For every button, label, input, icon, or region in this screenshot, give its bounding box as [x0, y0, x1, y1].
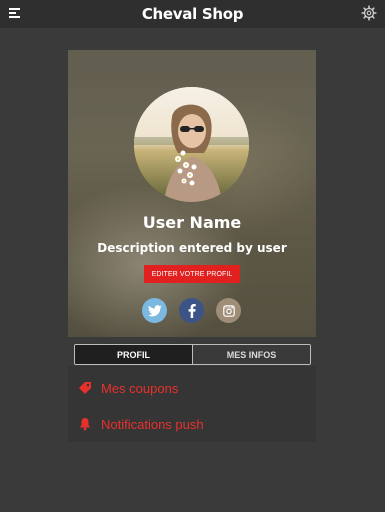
profile-card: User Name Description entered by user ED…: [68, 50, 316, 337]
user-name: User Name: [142, 213, 242, 232]
list-item-notifications-push[interactable]: Notifications push: [78, 414, 204, 434]
instagram-icon: [222, 304, 235, 317]
profile-menu-list: Mes coupons Notifications push: [68, 366, 316, 442]
facebook-icon: [188, 303, 196, 318]
user-description: Description entered by user: [97, 241, 287, 255]
tab-profil[interactable]: PROFIL: [75, 345, 193, 364]
settings-button[interactable]: [361, 5, 377, 21]
gear-icon: [361, 5, 377, 21]
hamburger-menu-icon: [9, 8, 20, 18]
edit-profile-button[interactable]: EDITER VOTRE PROFIL: [144, 265, 240, 283]
twitter-icon: [147, 304, 162, 316]
avatar: [134, 87, 249, 202]
app-title: Cheval Shop: [141, 5, 244, 23]
list-item-label: Notifications push: [101, 416, 204, 432]
top-bar: Cheval Shop: [0, 0, 385, 28]
profile-tabs: PROFIL MES INFOS: [74, 344, 311, 365]
tag-icon: [78, 381, 92, 395]
instagram-button[interactable]: [216, 298, 241, 323]
app-screen: Cheval Shop User Name Description entere…: [0, 0, 385, 512]
twitter-button[interactable]: [142, 298, 167, 323]
bell-icon: [78, 417, 92, 431]
facebook-button[interactable]: [179, 298, 204, 323]
avatar-photo: [134, 87, 249, 202]
list-item-coupons[interactable]: Mes coupons: [78, 378, 178, 398]
menu-button[interactable]: [8, 6, 22, 20]
tab-mes-infos[interactable]: MES INFOS: [193, 345, 310, 364]
list-item-label: Mes coupons: [101, 380, 179, 396]
